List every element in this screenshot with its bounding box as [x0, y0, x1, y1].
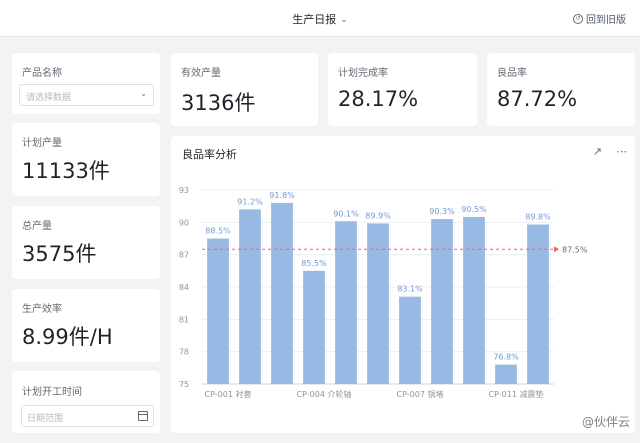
date-range-placeholder: 日期范围 [27, 414, 64, 424]
page-title: 生产日报 [292, 13, 337, 26]
kpi-value: 8.99件/H [22, 325, 113, 349]
kpi-label: 总产量 [22, 221, 52, 232]
data-label: 76.8% [493, 353, 519, 362]
reference-line-arrow [554, 246, 559, 253]
report-switcher[interactable]: 生产日报 ⌄ [0, 11, 640, 27]
bar [495, 364, 517, 384]
bar [399, 296, 421, 384]
kpi-value: 87.72% [497, 87, 578, 111]
yield-analysis-panel: 良品率分析 ↗ ⋯ 93 90 87 84 81 78 75 88.5% CP-001 衬套 91… [171, 136, 635, 433]
calendar-icon[interactable] [138, 411, 148, 421]
chevron-down-icon: ⌄ [140, 89, 147, 98]
y-tick-label: 90 [179, 218, 189, 227]
x-tick-label: CP-001 衬套 [205, 389, 252, 399]
kpi-label: 计划产量 [22, 138, 62, 149]
kpi-card-total-output: 总产量 3575件 [12, 206, 160, 279]
bar [303, 270, 325, 384]
y-tick-label: 93 [179, 186, 189, 195]
product-name-select[interactable]: 请选择数据 ⌄ [19, 84, 154, 106]
data-label: 83.1% [397, 285, 423, 294]
data-label: 91.8% [269, 191, 295, 200]
data-label: 90.3% [429, 207, 455, 216]
top-bar: 生产日报 ⌄ ↺ 回到旧版 [0, 0, 640, 37]
data-label: 91.2% [237, 197, 263, 206]
bar [207, 238, 229, 384]
product-name-placeholder: 请选择数据 [26, 93, 72, 103]
kpi-card-effective-output: 有效产量 3136件 [171, 53, 318, 126]
kpi-label: 计划完成率 [338, 68, 388, 79]
bar [335, 221, 357, 384]
bar [527, 224, 549, 384]
kpi-value: 3136件 [181, 91, 256, 115]
kpi-value: 11133件 [22, 159, 110, 183]
kpi-card-plan-completion: 计划完成率 28.17% [328, 53, 477, 126]
product-name-filter: 产品名称 请选择数据 ⌄ [12, 53, 160, 114]
y-tick-label: 81 [179, 315, 189, 324]
bar [431, 219, 453, 384]
yield-bar-chart: 93 90 87 84 81 78 75 88.5% CP-001 衬套 91.2% 91.8% 85… [179, 186, 588, 399]
chevron-down-icon: ⌄ [340, 15, 348, 25]
x-tick-label: CP-004 介轮轴 [297, 389, 352, 399]
y-tick-label: 75 [179, 380, 189, 389]
plan-start-label: 计划开工时间 [22, 387, 82, 398]
bar [239, 209, 261, 384]
data-label: 89.9% [365, 211, 391, 220]
bar [271, 202, 293, 384]
data-label: 90.1% [333, 209, 359, 218]
history-icon: ↺ [573, 13, 583, 24]
back-to-old-version-link[interactable]: ↺ 回到旧版 [573, 11, 626, 26]
plan-start-filter: 计划开工时间 日期范围 [12, 371, 160, 433]
y-tick-label: 84 [179, 283, 189, 292]
y-tick-label: 78 [179, 348, 189, 357]
kpi-label: 生产效率 [22, 304, 62, 315]
x-tick-label: CP-007 锅堵 [397, 389, 444, 399]
data-label: 90.5% [461, 205, 487, 214]
date-range-input[interactable]: 日期范围 [21, 405, 154, 427]
bar [463, 216, 485, 384]
kpi-value: 28.17% [338, 87, 419, 111]
kpi-card-planned-output: 计划产量 11133件 [12, 123, 160, 196]
watermark: @伙伴云 [581, 415, 630, 429]
kpi-label: 良品率 [497, 68, 527, 79]
back-to-old-version-label: 回到旧版 [586, 15, 626, 26]
kpi-card-yield-rate: 良品率 87.72% [487, 53, 635, 126]
kpi-card-efficiency: 生产效率 8.99件/H [12, 289, 160, 362]
data-label: 89.8% [525, 212, 551, 221]
y-tick-label: 87 [179, 251, 189, 260]
data-label: 88.5% [205, 227, 231, 236]
reference-line-label: 87.5% [562, 245, 588, 254]
data-label: 85.5% [301, 259, 327, 268]
bar [367, 223, 389, 384]
kpi-value: 3575件 [22, 242, 97, 266]
x-tick-label: CP-011 减震垫 [489, 389, 544, 399]
kpi-label: 有效产量 [181, 68, 221, 79]
product-name-label: 产品名称 [22, 68, 62, 79]
